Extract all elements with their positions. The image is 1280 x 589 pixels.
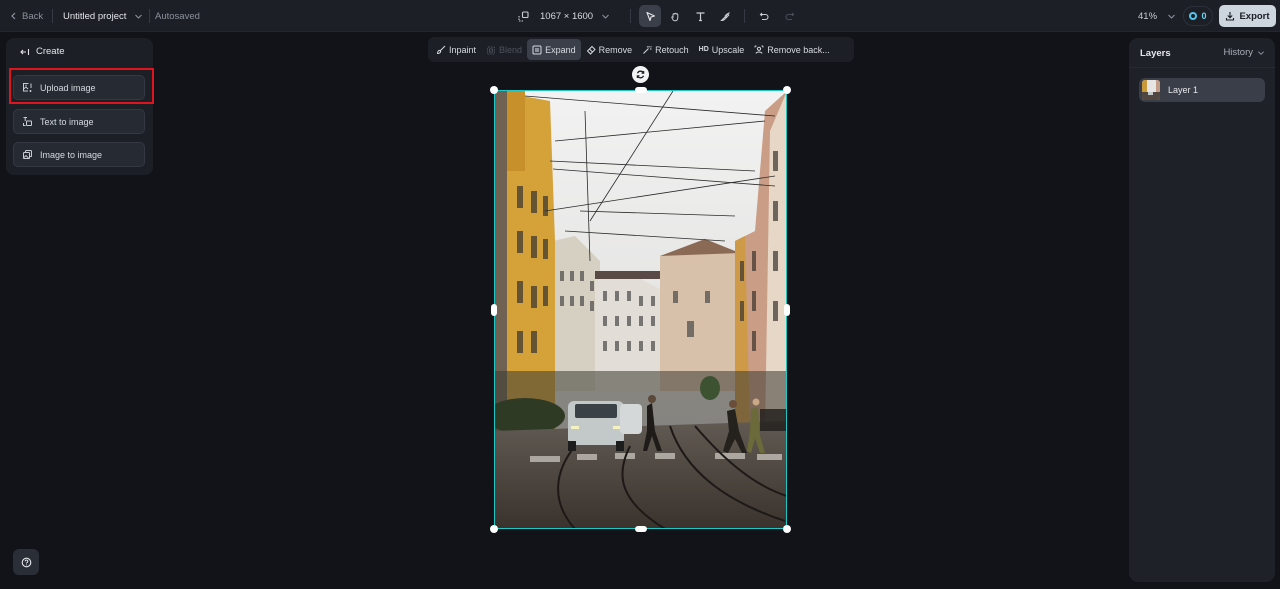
back-button[interactable]: Back [10,0,43,32]
inpaint-icon [436,45,446,54]
blend-label: Blend [499,44,523,55]
remove-background-label: Remove back... [767,44,830,55]
project-name-dropdown[interactable]: Untitled project [63,0,143,32]
remove-background-icon [754,45,764,54]
street-photo [495,91,787,529]
rotate-handle[interactable] [632,66,649,83]
remove-background-button[interactable]: Remove back... [749,39,835,60]
resize-canvas-button[interactable] [512,5,534,27]
brush-tool-button[interactable] [714,5,736,27]
divider [52,9,53,23]
highlight-annotation [9,68,154,104]
text-to-image-label: Text to image [40,116,94,127]
magic-wand-icon [643,45,652,54]
arrow-left-bar-icon [20,48,30,55]
remove-label: Remove [598,44,633,55]
export-label: Export [1239,10,1270,22]
expand-label: Expand [545,44,576,55]
create-title: Create [36,46,65,57]
text-tool-button[interactable] [689,5,711,27]
hd-icon: HD [698,46,709,53]
edit-toolbar: Inpaint Blend Expand Remove Retouch HD U… [428,37,854,62]
blend-icon [487,46,496,54]
pointer-icon [646,11,655,21]
eraser-icon [586,45,596,55]
remove-button[interactable]: Remove [581,39,638,60]
resize-handle-right[interactable] [784,304,790,316]
image-to-image-icon [23,150,32,159]
redo-icon [785,12,794,20]
divider [744,9,746,23]
layers-title: Layers [1140,48,1171,59]
project-name: Untitled project [63,10,127,22]
rotate-icon [636,70,645,79]
expand-button[interactable]: Expand [527,39,581,60]
divider [149,9,150,23]
resize-handle-top[interactable] [635,87,647,93]
redo-button[interactable] [778,5,800,27]
hand-icon [670,12,678,21]
save-status: Autosaved [155,10,200,22]
brush-icon [719,11,730,21]
select-tool-button[interactable] [639,5,662,27]
expand-icon [532,45,542,54]
divider [630,9,632,23]
chevron-down-icon [1168,14,1175,19]
retouch-button[interactable]: Retouch [637,39,694,60]
credits-count: 0 [1201,11,1207,21]
undo-icon [759,12,769,20]
chevron-down-icon [1257,50,1265,55]
layers-panel-header: Layers History [1129,38,1275,68]
upscale-button[interactable]: HD Upscale [694,39,750,60]
top-bar: Back Untitled project Autosaved 1067 × 1… [0,0,1280,32]
undo-button[interactable] [753,5,775,27]
create-panel: Create Upload image Text to image Image … [6,38,153,175]
resize-handle-top-right[interactable] [783,86,791,94]
resize-handle-top-left[interactable] [490,86,498,94]
upscale-label: Upscale [711,44,745,55]
chevron-down-icon [135,14,143,19]
text-icon [696,11,705,21]
hand-tool-button[interactable] [664,5,686,27]
text-to-image-button[interactable]: Text to image [13,109,145,134]
collapse-create-button[interactable]: Create [20,46,65,57]
chevron-down-icon [602,14,609,19]
help-icon [21,557,31,567]
back-label: Back [22,10,44,22]
resize-handle-bottom-left[interactable] [490,525,498,533]
download-icon [1226,12,1235,21]
retouch-label: Retouch [655,44,689,55]
layer-item[interactable]: Layer 1 [1139,78,1265,102]
text-to-image-icon [23,117,32,126]
blend-button[interactable]: Blend [481,39,527,60]
credits-icon [1189,12,1198,20]
chevron-left-icon [11,12,16,20]
image-to-image-label: Image to image [40,149,103,160]
canvas-size-dropdown[interactable]: 1067 × 1600 [540,11,610,22]
inpaint-label: Inpaint [449,44,477,55]
resize-handle-left[interactable] [491,304,497,316]
zoom-level: 41% [1138,10,1158,22]
layer-thumbnail [1142,80,1160,100]
resize-handle-bottom-right[interactable] [783,525,791,533]
zoom-dropdown[interactable]: 41% [1138,0,1176,32]
canvas-image[interactable] [495,91,787,529]
layers-panel: Layers History Layer 1 [1129,38,1275,582]
canvas-tools: 1067 × 1600 [512,4,800,28]
resize-icon [517,10,529,22]
resize-handle-bottom[interactable] [635,526,647,532]
credits-button[interactable]: 0 [1183,6,1213,26]
history-dropdown[interactable]: History [1223,47,1265,58]
export-button[interactable]: Export [1219,5,1276,27]
help-button[interactable] [13,549,39,575]
history-label: History [1223,47,1253,58]
image-to-image-button[interactable]: Image to image [13,142,145,167]
layer-name: Layer 1 [1168,85,1199,95]
inpaint-button[interactable]: Inpaint [431,39,481,60]
canvas-size: 1067 × 1600 [540,10,594,22]
